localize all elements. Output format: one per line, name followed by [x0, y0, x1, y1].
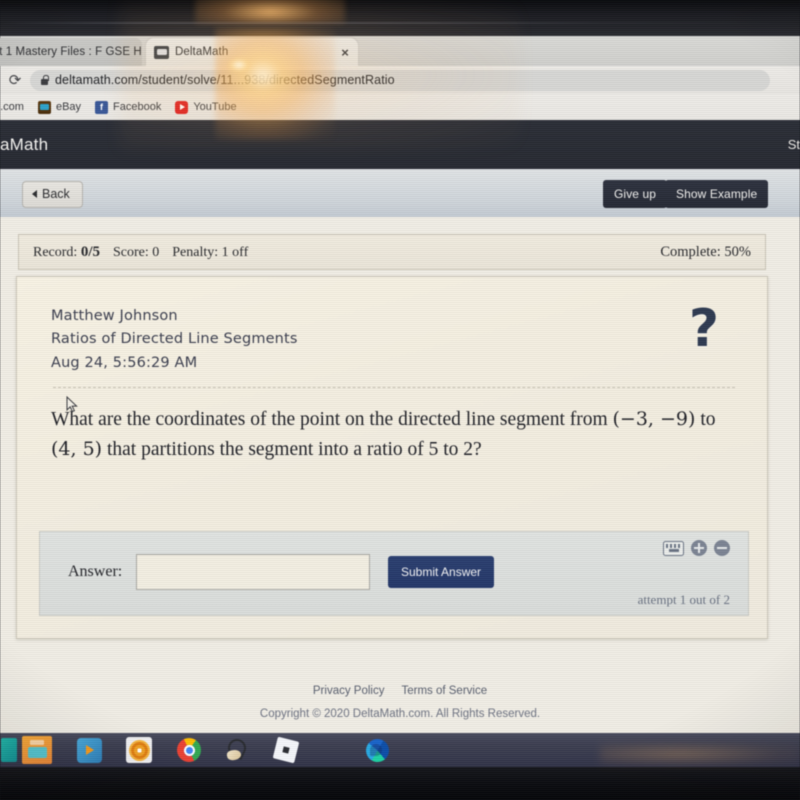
- bookmark-item-facebook[interactable]: f Facebook: [95, 100, 162, 114]
- answer-input[interactable]: [136, 554, 370, 590]
- score-label: Score:: [113, 244, 149, 260]
- problem-meta: Matthew Johnson Ratios of Directed Line …: [51, 305, 298, 375]
- screen-photo: nit 1 Mastery Files : F GSE H × DeltaMat…: [0, 0, 800, 800]
- bookmark-label: n.com: [0, 101, 24, 113]
- zoom-in-icon[interactable]: [691, 540, 707, 556]
- facebook-icon: f: [95, 100, 109, 114]
- give-up-button[interactable]: Give up: [603, 180, 668, 208]
- navbar-student-label[interactable]: St: [788, 137, 800, 152]
- record-value: 0/5: [80, 243, 100, 260]
- question-part3: that partitions the segment into a ratio…: [102, 438, 482, 460]
- score-stat: Score: 0: [113, 245, 159, 261]
- url-text: deltamath.com/student/solve/11...938/dir…: [55, 73, 395, 87]
- show-example-button[interactable]: Show Example: [665, 180, 769, 208]
- bookmark-item-youtube[interactable]: YouTube: [175, 100, 237, 114]
- taskbar-item-orange-app[interactable]: [22, 735, 52, 765]
- problem-toolbar: Back Give up Show Example: [0, 169, 800, 217]
- attempt-counter: attempt 1 out of 2: [637, 592, 730, 607]
- point-a: (−3, −9): [612, 408, 696, 430]
- submit-answer-button[interactable]: Submit Answer: [388, 556, 495, 588]
- ebay-icon: [37, 100, 51, 114]
- divider: [53, 387, 735, 388]
- bookmark-item-ebay[interactable]: eBay: [37, 100, 82, 114]
- complete-label: Complete:: [660, 243, 721, 260]
- penalty-label: Penalty:: [172, 244, 219, 260]
- site-logo[interactable]: aMath: [0, 135, 48, 155]
- browser-tab-strip: nit 1 Mastery Files : F GSE H × DeltaMat…: [0, 36, 800, 66]
- question-part1: What are the coordinates of the point on…: [51, 409, 613, 430]
- point-b: (4, 5): [51, 437, 103, 460]
- monitor-bezel-bottom: [0, 767, 800, 800]
- bookmark-label: YouTube: [193, 101, 237, 113]
- browser-tab-2[interactable]: DeltaMath ×: [146, 38, 358, 66]
- taskbar-item-settings[interactable]: [124, 735, 154, 765]
- taskbar-item-roblox[interactable]: [271, 735, 301, 765]
- help-question-mark-icon[interactable]: ?: [689, 303, 719, 355]
- terms-of-service-link[interactable]: Terms of Service: [401, 685, 487, 697]
- bookmark-item-ncom[interactable]: n.com: [0, 101, 24, 113]
- chevron-left-icon: [32, 190, 37, 198]
- problem-card: Matthew Johnson Ratios of Directed Line …: [16, 276, 768, 639]
- answer-panel: Answer: Submit Answer attempt 1 out of 2: [39, 531, 749, 616]
- chrome-icon: [177, 738, 201, 762]
- lock-icon: [40, 75, 49, 86]
- question-part2: to: [695, 409, 716, 430]
- media-player-icon: [76, 737, 102, 763]
- site-navbar: aMath St: [0, 120, 800, 169]
- privacy-policy-link[interactable]: Privacy Policy: [313, 685, 385, 697]
- answer-label: Answer:: [68, 563, 123, 580]
- penalty-value: 1 off: [221, 244, 249, 260]
- bookmarks-bar: n.com eBay f Facebook YouTube: [0, 94, 800, 120]
- close-icon[interactable]: ×: [341, 46, 349, 59]
- edge-icon: [365, 738, 389, 762]
- answer-tools: [663, 540, 730, 556]
- problem-timestamp: Aug 24, 5:56:29 AM: [51, 354, 198, 371]
- back-button-label: Back: [42, 187, 70, 201]
- monitor-bezel-top: [0, 0, 800, 36]
- browser-tab-1[interactable]: nit 1 Mastery Files : F GSE H ×: [0, 38, 142, 66]
- taskbar-item-chrome[interactable]: [174, 735, 204, 765]
- teal-app-icon: [1, 738, 17, 762]
- zoom-out-icon[interactable]: [714, 540, 730, 556]
- deltamath-favicon: [154, 45, 169, 59]
- question-text: What are the coordinates of the point on…: [51, 405, 741, 465]
- complete-value: 50%: [724, 243, 751, 260]
- windows-taskbar: [0, 733, 800, 767]
- copyright-text: Copyright © 2020 DeltaMath.com. All Righ…: [259, 708, 541, 720]
- penalty-stat: Penalty: 1 off: [172, 245, 248, 261]
- address-bar[interactable]: deltamath.com/student/solve/11...938/dir…: [30, 69, 770, 91]
- score-status-bar: Record: 0/5 Score: 0 Penalty: 1 off Comp…: [18, 234, 766, 270]
- taskbar-item-media-player[interactable]: [74, 735, 104, 765]
- roblox-icon: [272, 736, 300, 764]
- orange-app-icon: [22, 736, 52, 764]
- snake-game-icon: [223, 738, 250, 762]
- youtube-icon: [175, 100, 189, 114]
- record-label: Record:: [33, 244, 78, 260]
- bezel-reflection-line: [0, 22, 800, 24]
- settings-gear-icon: [126, 737, 152, 763]
- keyboard-icon[interactable]: [663, 540, 684, 556]
- bookmark-label: Facebook: [113, 101, 162, 113]
- taskbar-item-snake[interactable]: [221, 735, 251, 765]
- reload-icon[interactable]: ⟳: [6, 71, 24, 89]
- back-button[interactable]: Back: [22, 181, 83, 208]
- taskbar-item-teal-app[interactable]: [0, 735, 24, 765]
- score-value: 0: [152, 244, 160, 260]
- complete-stat: Complete: 50%: [660, 244, 751, 261]
- problem-topic: Ratios of Directed Line Segments: [51, 331, 298, 348]
- taskbar-item-edge[interactable]: [362, 735, 392, 765]
- page-footer: Privacy Policy Terms of Service Copyrigh…: [0, 685, 800, 720]
- record-stat: Record: 0/5: [33, 244, 100, 261]
- tab-title: DeltaMath: [175, 46, 229, 58]
- bookmark-label: eBay: [55, 101, 82, 113]
- browser-url-bar: ⟳ deltamath.com/student/solve/11...938/d…: [0, 66, 800, 94]
- tab-title: nit 1 Mastery Files : F GSE H: [0, 46, 142, 58]
- student-name: Matthew Johnson: [51, 308, 178, 324]
